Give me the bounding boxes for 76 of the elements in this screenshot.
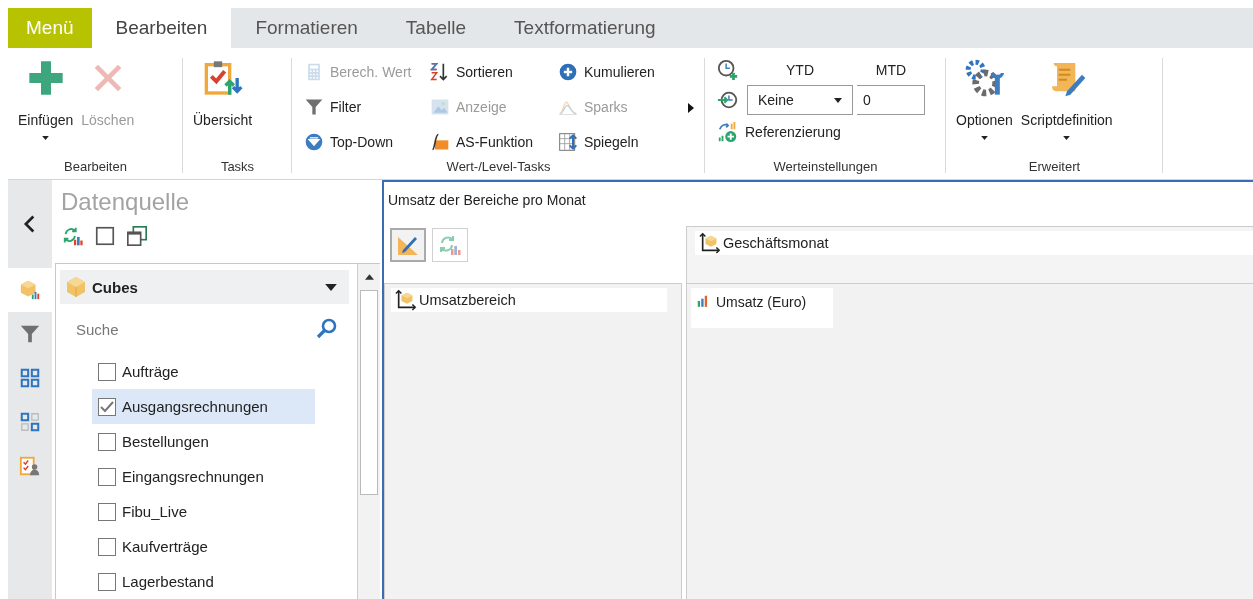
tab[interactable]: Tabelle [381,8,491,48]
caret-icon [834,97,842,103]
search-icon [315,317,339,341]
caret-icon [325,283,337,291]
checkbox[interactable] [98,502,116,521]
reference-icon [717,121,739,143]
ribbon-button[interactable]: Übersicht [189,56,257,159]
refresh-chart-icon [62,225,84,247]
checkbox[interactable] [98,572,116,591]
axis-cube-icon [699,232,721,254]
period-dropdown[interactable]: Keine [747,85,853,115]
ribbon-button[interactable]: Spiegeln [558,128,682,155]
funnel-icon [19,323,41,345]
scrollbar[interactable] [357,264,380,599]
grid-icon [19,411,41,433]
tab[interactable]: Textformatierung [490,8,680,48]
tool-button[interactable] [390,228,426,262]
plus-circle-icon [558,61,578,82]
caret-icon [980,136,988,140]
sort-icon [430,61,450,82]
checkbox[interactable] [98,537,116,556]
cube-item[interactable]: Kaufverträge [92,529,315,564]
column-field[interactable]: Geschäftsmonat [695,231,1253,255]
windows-icon [126,225,148,247]
group-label: Tasks [219,159,256,176]
reference-button[interactable]: Referenzierung [717,118,841,146]
cube-item[interactable]: Ausgangsrechnungen [92,389,315,424]
report-title: Umsatz der Bereiche pro Monat [387,191,587,210]
ribbon-button[interactable]: Top-Down [304,128,430,155]
checkbox[interactable] [98,362,116,381]
cube-item[interactable]: Lagerbestand [92,564,315,599]
refresh-chart-icon [438,233,462,257]
ribbon-button[interactable]: Kumulieren [558,58,682,85]
group-label: Erweitert [1027,159,1082,176]
cube-item[interactable]: Aufträge [92,354,315,389]
ribbon-button[interactable]: Einfügen [14,56,78,159]
bar-chart-icon [696,294,710,308]
gears-icon [964,58,1005,98]
cube-item[interactable]: Eingangsrechnungen [92,459,315,494]
panel-title: Datenquelle [60,187,191,217]
group-label: Werteinstellungen [772,159,879,176]
cube-icon [64,275,88,299]
cube-item[interactable]: Fibu_Live [92,494,315,529]
clock-plus-icon [717,59,739,81]
cube-item[interactable]: Bestellungen [92,424,315,459]
ribbon-button[interactable]: Sortieren [430,58,558,85]
table-arrow-icon [558,131,578,152]
cube-chart-icon [19,279,41,301]
group-label: Bearbeiten [63,159,128,176]
checkbox[interactable] [98,432,116,451]
scroll-up-icon[interactable] [364,274,374,280]
grid-icon [19,367,41,389]
caret-icon [42,136,50,140]
cubes-dropdown[interactable]: Cubes [60,270,349,304]
row-field[interactable]: Umsatzbereich [391,288,667,312]
tab[interactable]: Bearbeiten [91,8,232,48]
measure-field[interactable]: Umsatz (Euro) [691,288,833,328]
axis-cube-icon [395,289,417,311]
expand-arrow-icon[interactable] [688,102,694,113]
clipboard-people-icon [19,455,41,477]
ribbon-button[interactable]: AS-Funktion [430,128,558,155]
ribbon-button[interactable]: Optionen [952,56,1017,159]
offset-field[interactable]: 0 [857,85,925,115]
clipboard-check-icon [202,58,243,98]
checkbox[interactable] [98,397,116,416]
ribbon-button[interactable]: Scriptdefinition [1016,56,1117,159]
ytd-label: YTD [785,62,815,78]
square-icon [94,225,116,247]
ribbon-button[interactable]: Filter [304,93,430,120]
checkbox[interactable] [98,467,116,486]
function-icon [430,131,450,152]
check-icon [100,400,114,413]
mtd-label: MTD [874,62,908,78]
tab[interactable]: Formatieren [231,8,382,48]
caret-icon [1063,136,1071,140]
group-label: Wert-/Level-Tasks [445,159,552,176]
